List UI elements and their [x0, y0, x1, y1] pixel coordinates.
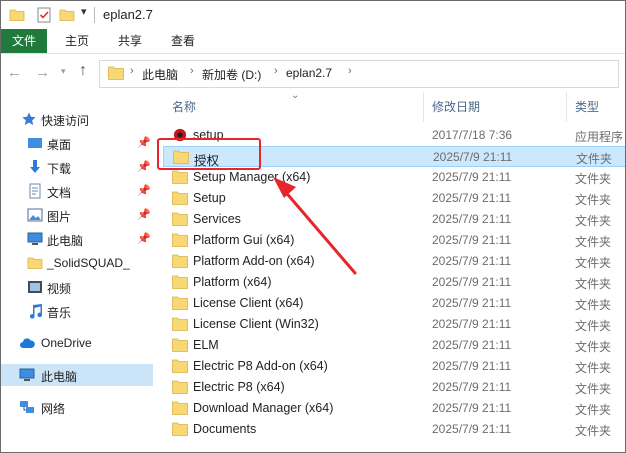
explorer-window: ▾ eplan2.7 文件 主页 共享 查看 ← → ▾ ↑ › 此电脑 › 新…: [0, 0, 626, 453]
annotation-arrow: [273, 177, 357, 275]
